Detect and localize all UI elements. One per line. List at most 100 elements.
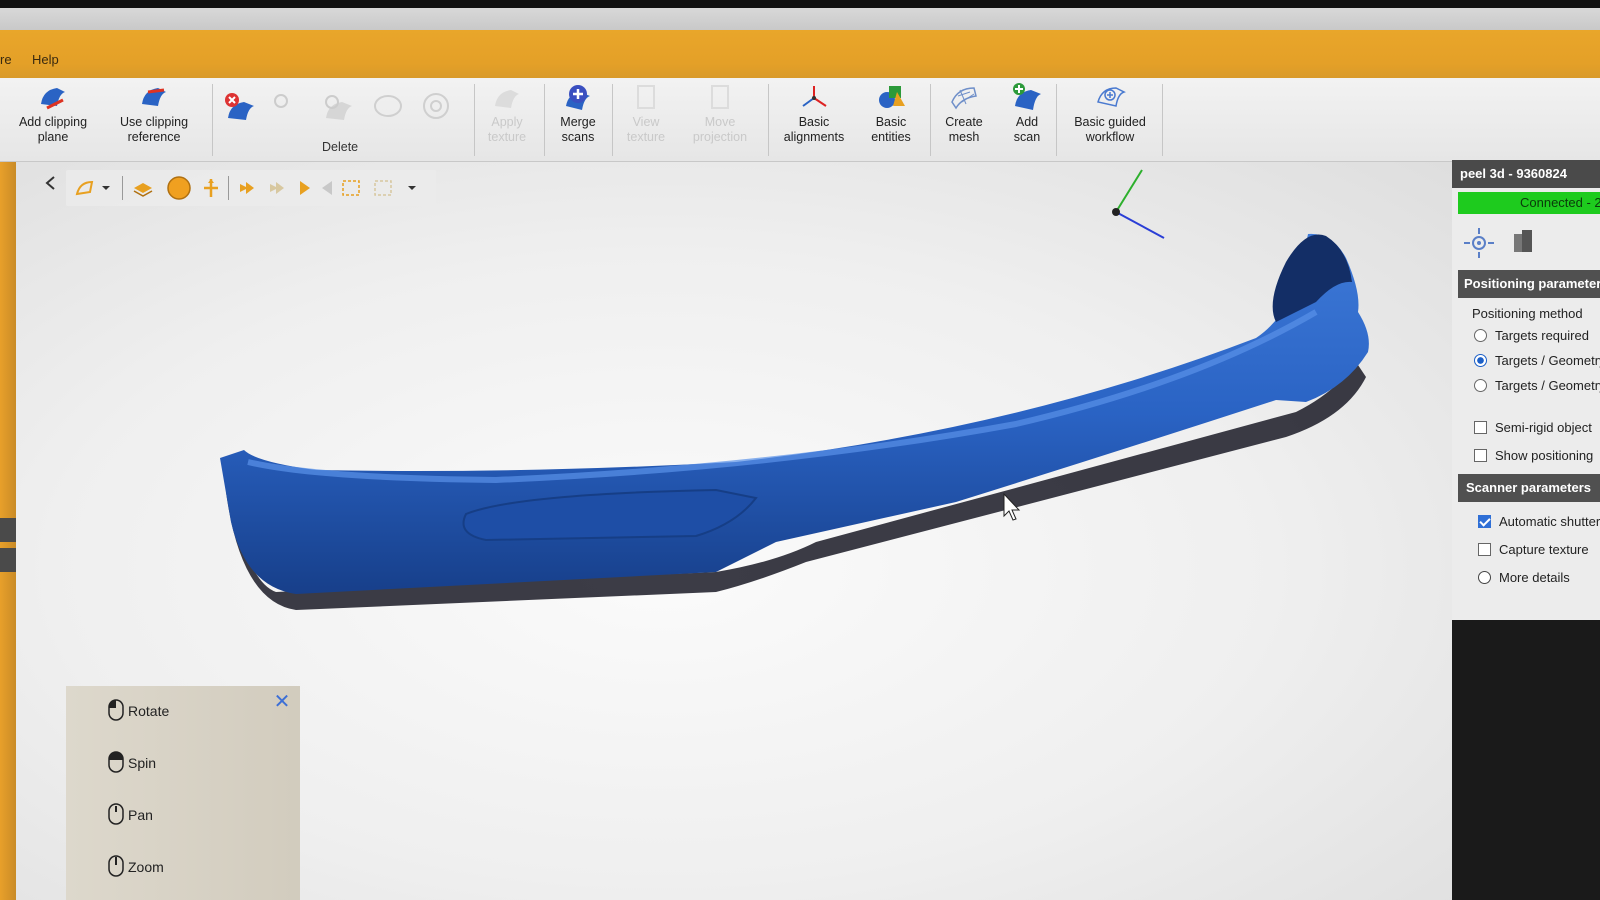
frame-selection-icon[interactable]	[372, 178, 394, 198]
basic-alignments-button[interactable]: Basic alignments	[776, 82, 852, 158]
checkbox-label: Capture texture	[1499, 542, 1589, 557]
option-label: Targets required	[1495, 328, 1589, 343]
capture-texture-checkbox[interactable]: Capture texture	[1478, 542, 1600, 557]
chevron-down-icon[interactable]	[406, 178, 418, 198]
device-title: peel 3d - 9360824	[1452, 160, 1600, 188]
radio-button[interactable]	[1474, 379, 1487, 392]
scanner-panel: peel 3d - 9360824 Connected - 2 Position…	[1452, 160, 1600, 620]
mouse-hint-rotate: Rotate	[106, 698, 169, 722]
axis-gizmo	[1112, 169, 1165, 239]
checkbox-label: Semi-rigid object	[1495, 420, 1592, 435]
automatic-shutter-checkbox[interactable]: Automatic shutter	[1478, 514, 1600, 529]
guided-workflow-icon	[1097, 87, 1126, 107]
basic-alignments-label: Basic alignments	[783, 115, 845, 144]
radio-targets-geometry[interactable]: Targets / Geometry	[1474, 353, 1600, 368]
merge-icon	[566, 85, 590, 110]
checkbox-label: Automatic shutter	[1499, 514, 1600, 529]
collapse-chevron-icon[interactable]	[42, 174, 60, 192]
more-details-label: More details	[1499, 570, 1570, 585]
checkbox[interactable]	[1474, 421, 1487, 434]
move-axis-icon[interactable]	[200, 178, 222, 198]
checkbox[interactable]	[1474, 449, 1487, 462]
chevron-down-icon[interactable]	[100, 178, 112, 198]
play-icon[interactable]	[294, 178, 316, 198]
sphere-icon[interactable]	[166, 175, 192, 201]
semi-rigid-checkbox[interactable]: Semi-rigid object	[1474, 420, 1600, 435]
connection-status: Connected - 2	[1458, 192, 1600, 214]
rail-tab[interactable]	[0, 548, 16, 572]
close-icon[interactable]: ✕	[272, 692, 292, 712]
scanner-parameters-header[interactable]: Scanner parameters	[1458, 474, 1600, 502]
delete-group-label: Delete	[322, 140, 359, 154]
lasso-icon[interactable]	[370, 90, 406, 124]
mouse-both-icon	[108, 751, 124, 773]
texture-icon	[495, 90, 519, 108]
option-label: Targets / Geometry	[1495, 378, 1600, 393]
view-texture-button[interactable]: View texture	[618, 82, 674, 158]
menu-item-partial[interactable]: re	[0, 52, 12, 67]
ribbon-separator	[212, 84, 213, 156]
mouse-hint-spin: Spin	[106, 750, 156, 774]
more-details-link[interactable]: More details	[1478, 570, 1600, 585]
option-label: Targets / Geometry	[1495, 353, 1600, 368]
toolbar-separator	[122, 176, 123, 200]
frame-icon[interactable]	[340, 178, 362, 198]
layers-icon[interactable]	[132, 178, 154, 198]
target-icon[interactable]	[1462, 226, 1496, 260]
checkbox[interactable]	[1478, 543, 1491, 556]
checkbox-label: Show positioning	[1495, 448, 1594, 463]
add-clipping-plane-button[interactable]: Add clipping plane	[8, 82, 98, 158]
ribbon-separator	[1056, 84, 1057, 156]
apply-texture-button[interactable]: Apply texture	[482, 82, 532, 158]
pan-label: Pan	[128, 807, 153, 823]
basic-entities-label: Basic entities	[871, 115, 911, 144]
mesh-icon	[951, 87, 977, 110]
positioning-method-label: Positioning method	[1472, 306, 1583, 321]
move-projection-label: Move projection	[692, 115, 748, 144]
entities-icon	[879, 86, 905, 108]
viewport-toolbar	[66, 170, 436, 206]
expand-circle-icon	[1478, 571, 1491, 584]
toolbar-separator	[228, 176, 229, 200]
menu-item-help[interactable]: Help	[32, 52, 59, 67]
arrows-icon[interactable]	[236, 178, 258, 198]
radio-button-selected[interactable]	[1474, 354, 1487, 367]
use-clipping-reference-button[interactable]: Use clipping reference	[108, 82, 200, 158]
left-side-rail	[0, 162, 16, 900]
step-back-icon[interactable]	[316, 178, 338, 198]
radio-targets-geometry-2[interactable]: Targets / Geometry	[1474, 378, 1600, 393]
mouse-hint-pan: Pan	[106, 802, 153, 826]
add-scan-label: Add scan	[1013, 115, 1041, 144]
view-texture-label: View texture	[626, 115, 666, 144]
show-positioning-checkbox[interactable]: Show positioning	[1474, 448, 1600, 463]
add-scan-button[interactable]: Add scan	[1004, 82, 1050, 158]
ribbon-separator	[474, 84, 475, 156]
select-region-icon[interactable]	[418, 90, 454, 124]
clipping-plane-icon	[41, 88, 65, 110]
mouse-hint-zoom: Zoom	[106, 854, 164, 878]
checkbox-checked[interactable]	[1478, 515, 1491, 528]
select-tool-icon[interactable]	[74, 178, 96, 198]
basic-guided-workflow-button[interactable]: Basic guided workflow	[1064, 82, 1156, 158]
rail-tab[interactable]	[0, 518, 16, 542]
zoom-label: Zoom	[128, 859, 164, 875]
radio-targets-required[interactable]: Targets required	[1474, 328, 1600, 343]
mouse-left-icon	[108, 699, 124, 721]
basic-entities-button[interactable]: Basic entities	[858, 82, 924, 158]
apply-texture-label: Apply texture	[487, 115, 527, 144]
ribbon-separator	[544, 84, 545, 156]
create-mesh-button[interactable]: Create mesh	[934, 82, 994, 158]
delete-isolated-icon[interactable]	[320, 90, 356, 124]
delete-selection-icon[interactable]	[222, 90, 258, 124]
ribbon-toolbar: Add clipping plane Use clipping referenc…	[0, 78, 1600, 162]
arrows-faded-icon[interactable]	[266, 178, 288, 198]
scanner-device-icon[interactable]	[1508, 226, 1538, 256]
move-projection-button[interactable]: Move projection	[682, 82, 758, 158]
positioning-parameters-header[interactable]: Positioning parameters	[1458, 270, 1600, 298]
radio-button[interactable]	[1474, 329, 1487, 342]
mouse-wheel-icon	[108, 855, 124, 877]
merge-scans-button[interactable]: Merge scans	[552, 82, 604, 158]
add-scan-icon	[1013, 83, 1041, 110]
delete-small-icon[interactable]	[272, 92, 290, 110]
use-clipping-reference-label: Use clipping reference	[119, 115, 189, 144]
